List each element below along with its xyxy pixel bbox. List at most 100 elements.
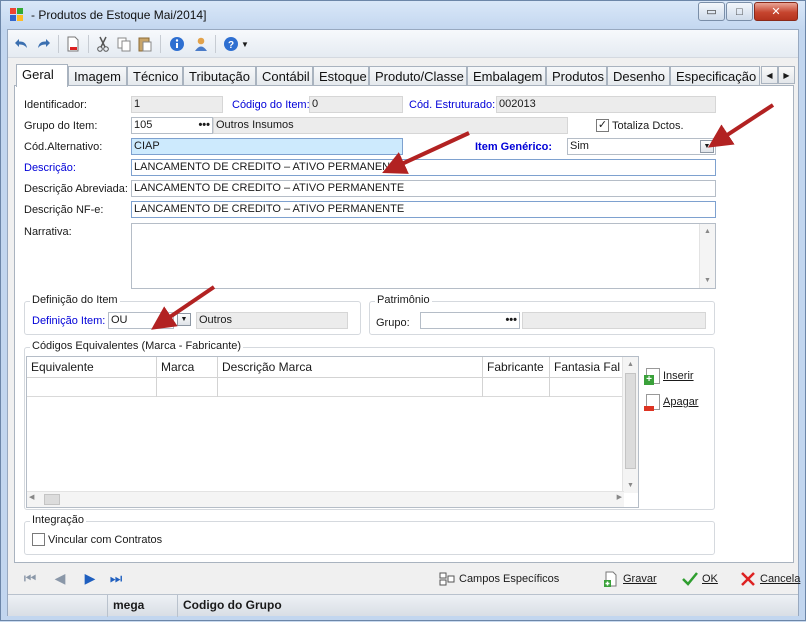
totaliza-label: Totaliza Dctos. bbox=[612, 120, 684, 132]
chevron-down-icon[interactable]: ▼ bbox=[700, 140, 714, 153]
scroll-right-icon[interactable]: ▶ bbox=[617, 493, 622, 501]
narrativa-scrollbar[interactable]: ▲ ▼ bbox=[699, 224, 715, 288]
application-window: - Produtos de Estoque Mai/2014] ▭ □ ✕ ? … bbox=[0, 0, 806, 621]
col-descricao-marca[interactable]: Descrição Marca bbox=[218, 357, 483, 378]
copy-icon[interactable] bbox=[115, 35, 133, 53]
scroll-left-icon[interactable]: ◀ bbox=[29, 493, 34, 501]
tab-scroll-left-icon[interactable]: ◀ bbox=[761, 66, 778, 84]
tab-produtos[interactable]: Produtos bbox=[546, 66, 607, 86]
patrimonio-group: Patrimônio Grupo: ••• bbox=[369, 294, 715, 335]
tab-page-geral: Identificador: 1 Código do Item: 0 Cód. … bbox=[14, 85, 794, 563]
cancela-button[interactable]: Cancela bbox=[740, 569, 800, 589]
narrativa-textarea[interactable]: ▲ ▼ bbox=[131, 223, 716, 289]
col-equivalente[interactable]: Equivalente bbox=[27, 357, 157, 378]
cancel-icon bbox=[741, 572, 755, 586]
window-title: - Produtos de Estoque Mai/2014] bbox=[31, 8, 207, 22]
tab-imagem[interactable]: Imagem bbox=[68, 66, 127, 86]
apagar-button[interactable]: Apagar bbox=[644, 394, 699, 411]
identificador-field: 1 bbox=[131, 96, 223, 113]
maximize-button[interactable]: □ bbox=[726, 2, 753, 21]
item-generico-label: Item Genérico: bbox=[475, 141, 553, 153]
tab-tecnico[interactable]: Técnico bbox=[127, 66, 183, 86]
tab-scroll-right-icon[interactable]: ▶ bbox=[778, 66, 795, 84]
tab-produto-classe[interactable]: Produto/Classe bbox=[369, 66, 467, 86]
paste-icon[interactable] bbox=[136, 35, 154, 53]
grupo-item-lookup-button[interactable]: ••• bbox=[198, 118, 210, 133]
tab-geral[interactable]: Geral bbox=[16, 64, 68, 87]
descricao-nfe-field[interactable]: LANCAMENTO DE CREDITO – ATIVO PERMANENTE bbox=[131, 201, 716, 218]
new-document-icon[interactable] bbox=[64, 35, 82, 53]
close-button[interactable]: ✕ bbox=[754, 2, 798, 21]
tab-tributacao[interactable]: Tributação bbox=[183, 66, 256, 86]
svg-text:?: ? bbox=[228, 40, 234, 51]
scroll-up-icon[interactable]: ▲ bbox=[700, 224, 715, 239]
status-bar: mega Codigo do Grupo bbox=[8, 594, 798, 617]
delete-document-icon bbox=[644, 394, 660, 411]
tab-contabil[interactable]: Contábil bbox=[256, 66, 313, 86]
vincular-label: Vincular com Contratos bbox=[48, 534, 163, 546]
help-icon[interactable]: ? bbox=[222, 35, 240, 53]
patrimonio-lookup-button[interactable]: ••• bbox=[505, 313, 517, 328]
chevron-down-icon[interactable]: ▼ bbox=[177, 313, 191, 326]
definicao-item-select[interactable]: OU bbox=[108, 312, 174, 329]
ok-button[interactable]: OK bbox=[682, 569, 718, 589]
definicao-group: Definição do Item Definição Item: OU ▼ O… bbox=[24, 294, 361, 335]
descricao-abreviada-field[interactable]: LANCAMENTO DE CREDITO – ATIVO PERMANENTE bbox=[131, 180, 716, 197]
gravar-button[interactable]: Gravar bbox=[603, 569, 657, 589]
scroll-down-icon[interactable]: ▼ bbox=[700, 273, 715, 288]
col-fantasia[interactable]: Fantasia Fal bbox=[550, 357, 624, 378]
dropdown-arrow-icon[interactable]: ▼ bbox=[240, 35, 250, 53]
status-cell-1 bbox=[8, 595, 108, 617]
codigos-grid[interactable]: Equivalente Marca Descrição Marca Fabric… bbox=[26, 356, 639, 508]
col-marca[interactable]: Marca bbox=[157, 357, 218, 378]
last-record-icon[interactable]: ⏭ bbox=[108, 570, 124, 586]
grid-header: Equivalente Marca Descrição Marca Fabric… bbox=[27, 357, 624, 378]
scroll-thumb[interactable] bbox=[625, 373, 636, 469]
tab-estoque[interactable]: Estoque bbox=[313, 66, 369, 86]
scroll-up-icon[interactable]: ▲ bbox=[623, 357, 638, 372]
redo-icon[interactable] bbox=[35, 35, 53, 53]
scroll-thumb[interactable] bbox=[44, 494, 60, 505]
save-icon bbox=[604, 571, 617, 587]
user-icon[interactable] bbox=[192, 35, 210, 53]
table-row[interactable] bbox=[27, 378, 624, 397]
apagar-label: Apagar bbox=[663, 396, 699, 408]
definicao-item-descricao: Outros bbox=[196, 312, 348, 329]
previous-record-icon[interactable]: ◀ bbox=[52, 570, 68, 586]
col-fabricante[interactable]: Fabricante bbox=[483, 357, 550, 378]
grupo-item-field[interactable]: 105 ••• bbox=[131, 117, 213, 134]
narrativa-label: Narrativa: bbox=[24, 226, 72, 238]
patrimonio-grupo-label: Grupo: bbox=[376, 317, 410, 329]
tab-embalagem[interactable]: Embalagem bbox=[467, 66, 546, 86]
info-icon[interactable] bbox=[168, 35, 186, 53]
descricao-field[interactable]: LANCAMENTO DE CREDITO – ATIVO PERMANENTE bbox=[131, 159, 716, 176]
cod-alternativo-field[interactable]: CIAP bbox=[131, 138, 403, 155]
patrimonio-grupo-field[interactable]: ••• bbox=[420, 312, 520, 329]
check-icon bbox=[682, 572, 698, 586]
descricao-nfe-label: Descrição NF-e: bbox=[24, 204, 104, 216]
inserir-button[interactable]: + Inserir bbox=[644, 368, 694, 385]
inserir-label: Inserir bbox=[663, 370, 694, 382]
first-record-icon[interactable]: ⏮ bbox=[22, 570, 38, 586]
ok-label: OK bbox=[702, 573, 718, 585]
identificador-label: Identificador: bbox=[24, 99, 87, 111]
undo-icon[interactable] bbox=[12, 35, 30, 53]
cut-icon[interactable] bbox=[94, 35, 112, 53]
definicao-group-title: Definição do Item bbox=[30, 294, 120, 306]
campos-especificos-label: Campos Específicos bbox=[459, 573, 560, 585]
definicao-item-label: Definição Item: bbox=[32, 315, 106, 327]
grid-vertical-scrollbar[interactable]: ▲ ▼ bbox=[622, 357, 638, 493]
item-generico-select[interactable]: Sim ▼ bbox=[567, 138, 716, 155]
tab-especificacao[interactable]: Especificação bbox=[670, 66, 760, 86]
totaliza-checkbox[interactable]: ✓ bbox=[596, 119, 609, 132]
next-record-icon[interactable]: ▶ bbox=[82, 570, 98, 586]
vincular-checkbox[interactable] bbox=[32, 533, 45, 546]
scroll-down-icon[interactable]: ▼ bbox=[623, 478, 638, 493]
grupo-item-value: 105 bbox=[134, 119, 153, 131]
tab-desenho[interactable]: Desenho bbox=[607, 66, 670, 86]
minimize-button[interactable]: ▭ bbox=[698, 2, 725, 21]
campos-especificos-button[interactable]: Campos Específicos bbox=[439, 569, 559, 589]
codigo-item-field: 0 bbox=[309, 96, 403, 113]
grid-horizontal-scrollbar[interactable]: ◀ ▶ bbox=[27, 491, 624, 507]
definicao-item-value: OU bbox=[111, 314, 128, 326]
